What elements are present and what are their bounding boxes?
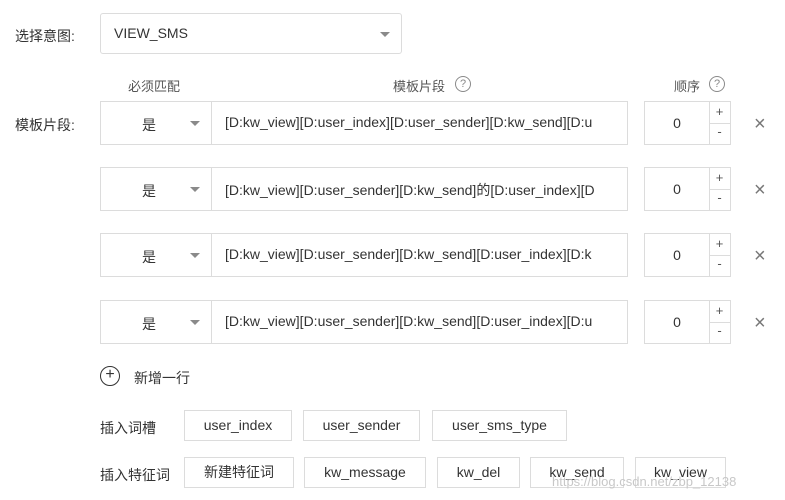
help-circle-icon[interactable]: ? — [709, 76, 725, 92]
template-input[interactable]: [D:kw_view][D:user_sender][D:kw_send][D:… — [225, 246, 627, 262]
column-order-header: 顺序 — [674, 79, 701, 94]
intent-select-value: VIEW_SMS — [114, 25, 188, 41]
divider — [211, 234, 212, 276]
keywords-label: 插入特征词 — [100, 467, 170, 483]
add-row-label[interactable]: 新增一行 — [134, 368, 190, 388]
chevron-down-icon[interactable] — [190, 121, 200, 126]
divider — [211, 301, 212, 343]
divider — [211, 168, 212, 210]
intent-label: 选择意图: — [15, 28, 75, 44]
template-input[interactable]: [D:kw_view][D:user_index][D:user_sender]… — [225, 114, 627, 130]
slot-chip[interactable]: user_sms_type — [432, 410, 567, 441]
order-stepper[interactable]: 0 + - — [644, 101, 731, 145]
help-circle-icon[interactable]: ? — [455, 76, 471, 92]
required-select-value[interactable]: 是 — [142, 115, 156, 135]
divider — [211, 102, 212, 144]
increment-button[interactable]: + — [709, 104, 730, 119]
order-value[interactable]: 0 — [645, 247, 709, 263]
order-value[interactable]: 0 — [645, 314, 709, 330]
increment-button[interactable]: + — [709, 170, 730, 185]
segments-label: 模板片段: — [15, 117, 75, 133]
keyword-chip-new[interactable]: 新建特征词 — [184, 457, 294, 488]
template-row: 是 [D:kw_view][D:user_sender][D:kw_send]的… — [100, 167, 628, 211]
keyword-chip[interactable]: kw_message — [304, 457, 426, 488]
template-row: 是 [D:kw_view][D:user_index][D:user_sende… — [100, 101, 628, 145]
increment-button[interactable]: + — [709, 303, 730, 318]
required-select-value[interactable]: 是 — [142, 314, 156, 334]
required-select-value[interactable]: 是 — [142, 247, 156, 267]
column-required-header: 必须匹配 — [128, 79, 181, 94]
close-icon[interactable]: × — [754, 180, 766, 200]
template-row: 是 [D:kw_view][D:user_sender][D:kw_send][… — [100, 300, 628, 344]
slots-label: 插入词槽 — [100, 420, 156, 436]
column-template-header: 模板片段 — [393, 79, 446, 94]
chevron-down-icon — [380, 32, 390, 37]
order-value[interactable]: 0 — [645, 115, 709, 131]
close-icon[interactable]: × — [754, 246, 766, 266]
decrement-button[interactable]: - — [709, 256, 730, 271]
template-input[interactable]: [D:kw_view][D:user_sender][D:kw_send][D:… — [225, 313, 627, 329]
decrement-button[interactable]: - — [709, 190, 730, 205]
plus-circle-icon[interactable]: + — [100, 366, 120, 386]
increment-button[interactable]: + — [709, 236, 730, 251]
keyword-chip[interactable]: kw_del — [437, 457, 520, 488]
chevron-down-icon[interactable] — [190, 253, 200, 258]
watermark-text: https://blog.csdn.net/zbp_12138 — [552, 474, 737, 489]
order-stepper[interactable]: 0 + - — [644, 167, 731, 211]
chevron-down-icon[interactable] — [190, 187, 200, 192]
close-icon[interactable]: × — [754, 313, 766, 333]
slot-chip[interactable]: user_sender — [303, 410, 420, 441]
required-select-value[interactable]: 是 — [142, 181, 156, 201]
decrement-button[interactable]: - — [709, 124, 730, 139]
order-value[interactable]: 0 — [645, 181, 709, 197]
chevron-down-icon[interactable] — [190, 320, 200, 325]
template-row: 是 [D:kw_view][D:user_sender][D:kw_send][… — [100, 233, 628, 277]
order-stepper[interactable]: 0 + - — [644, 300, 731, 344]
close-icon[interactable]: × — [754, 114, 766, 134]
slot-chip[interactable]: user_index — [184, 410, 292, 441]
template-input[interactable]: [D:kw_view][D:user_sender][D:kw_send]的[D… — [225, 180, 627, 200]
order-stepper[interactable]: 0 + - — [644, 233, 731, 277]
intent-select[interactable]: VIEW_SMS — [100, 13, 402, 54]
decrement-button[interactable]: - — [709, 323, 730, 338]
